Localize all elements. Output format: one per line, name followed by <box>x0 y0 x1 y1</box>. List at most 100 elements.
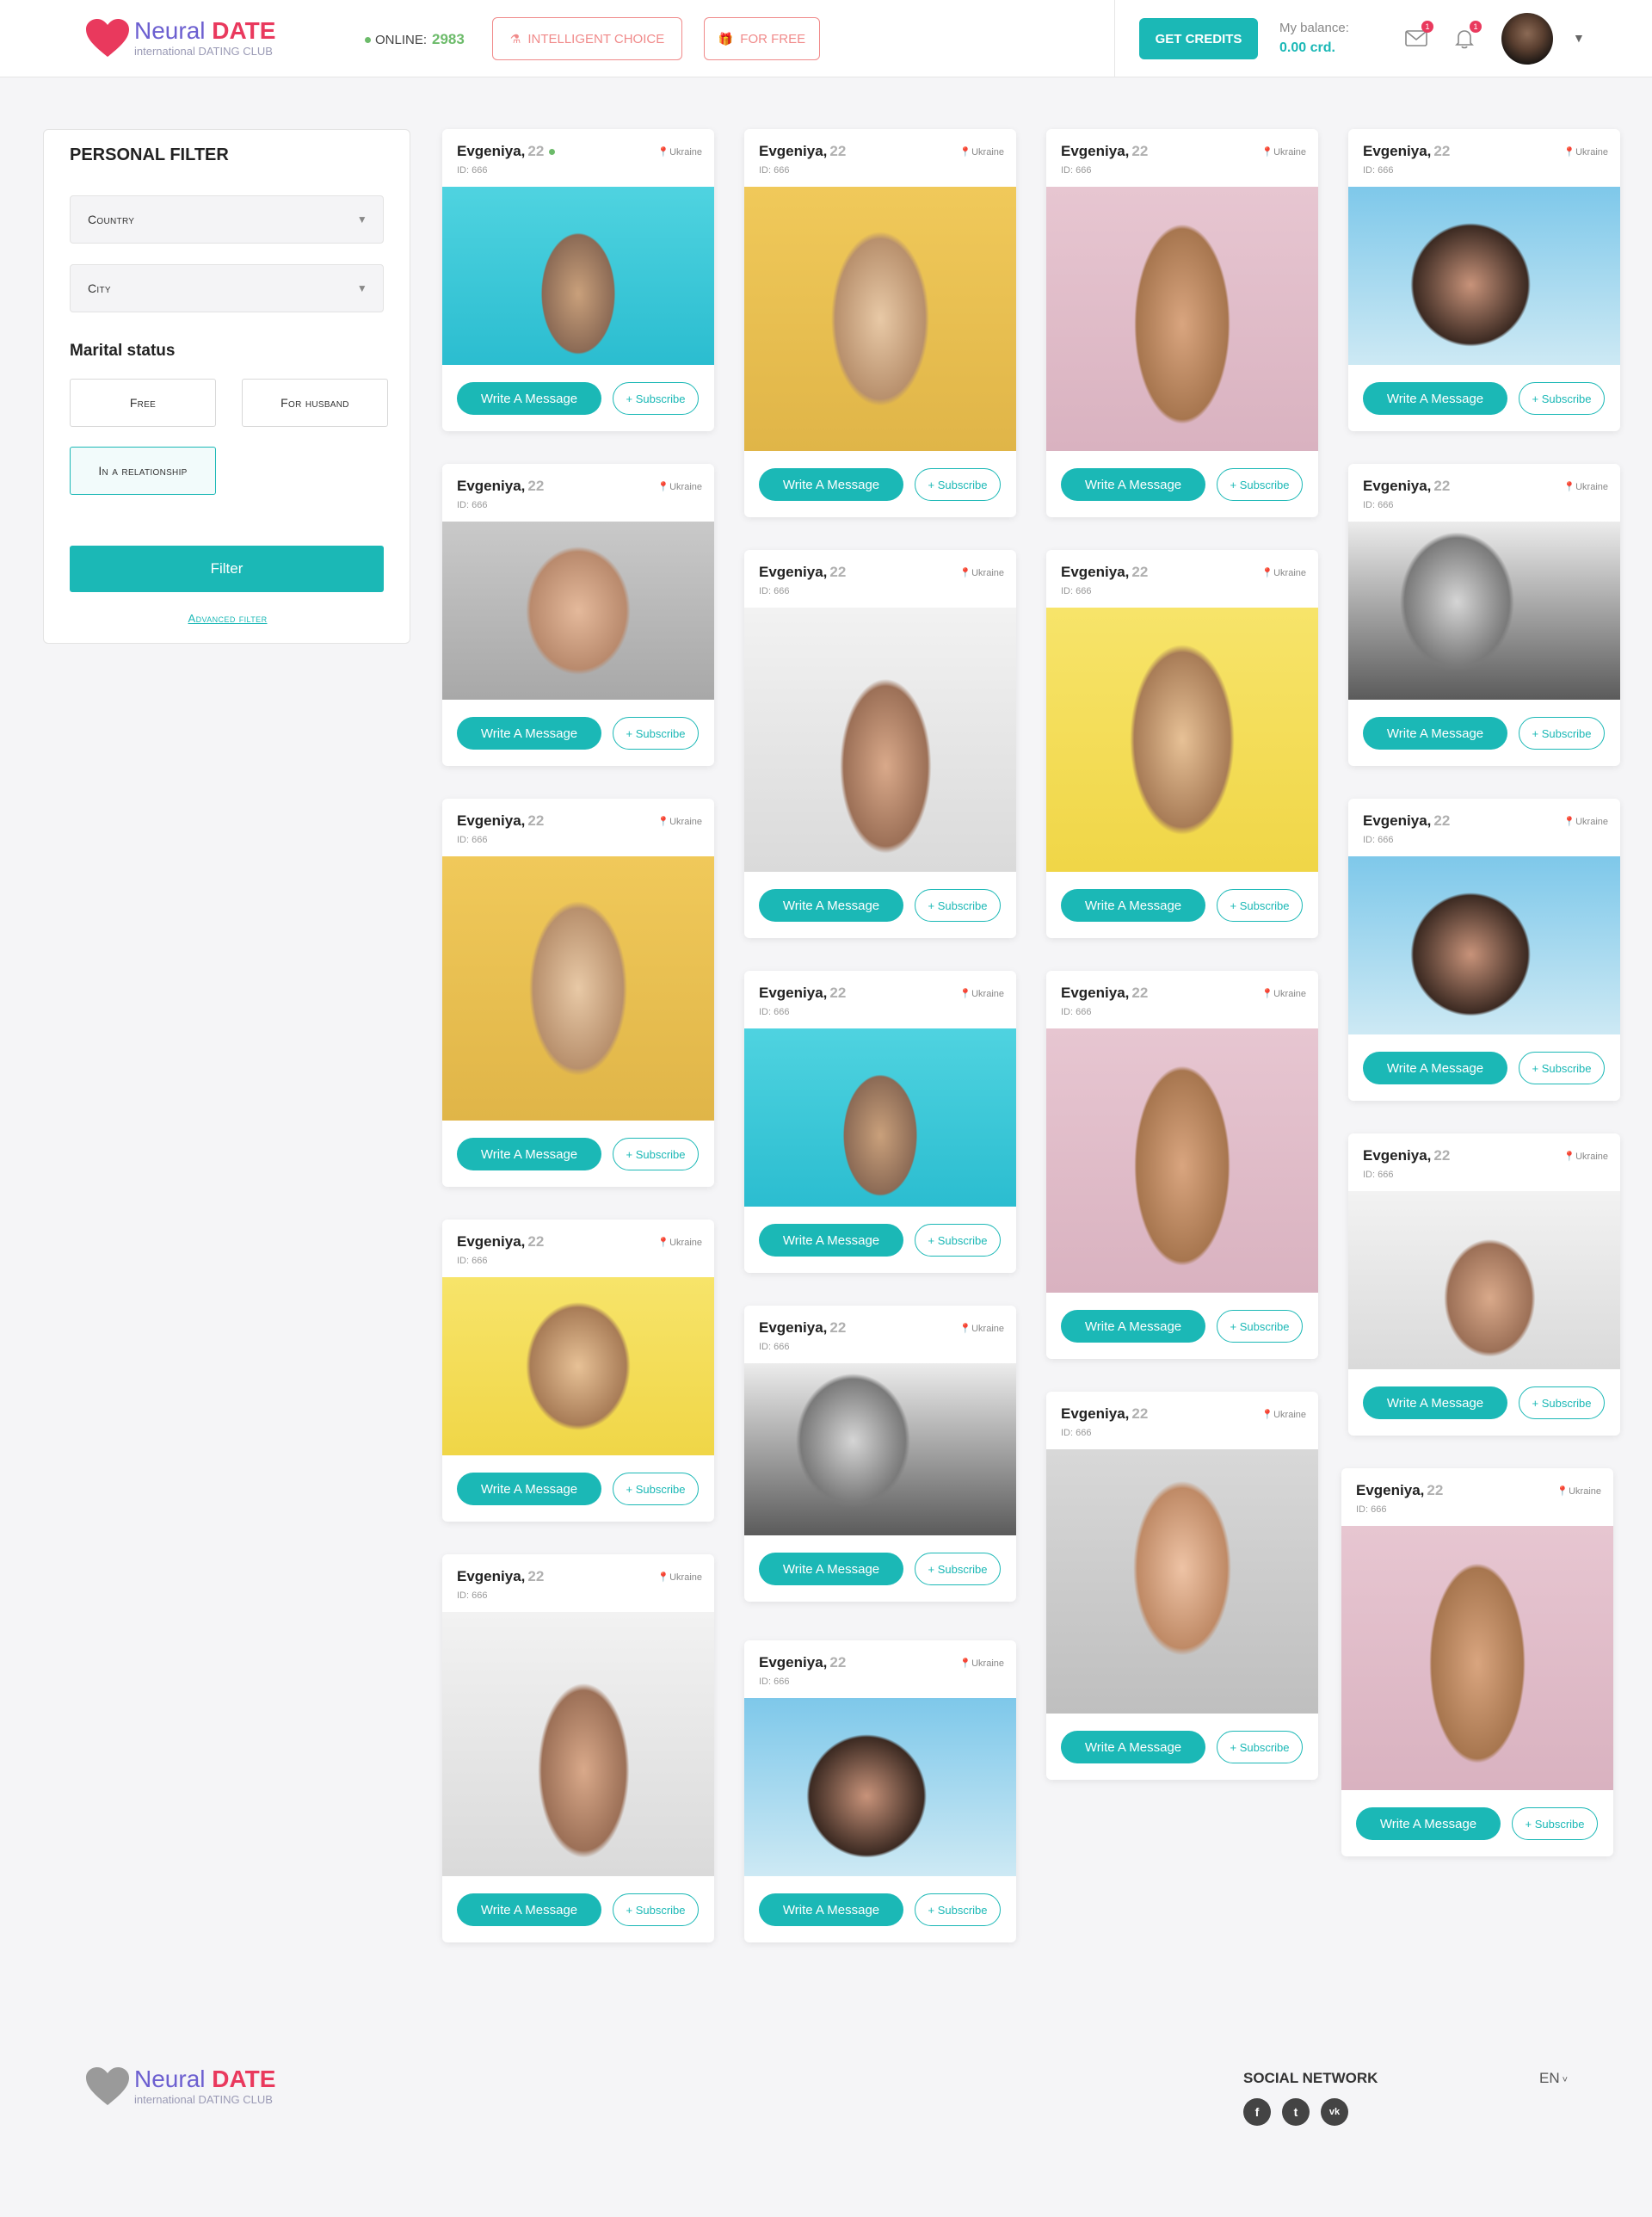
subscribe-button[interactable]: + Subscribe <box>915 1893 1001 1926</box>
profile-card[interactable]: Evgeniya, 22 ID: 666 📍Ukraine Write A Mes… <box>1046 550 1318 938</box>
profile-name[interactable]: Evgeniya, 22 <box>1061 564 1148 581</box>
advanced-filter-link[interactable]: Advanced filter <box>44 612 411 625</box>
subscribe-button[interactable]: + Subscribe <box>915 1224 1001 1257</box>
footer-logo[interactable]: Neural DATE international DATING CLUB <box>84 2066 275 2107</box>
subscribe-button[interactable]: + Subscribe <box>1217 1310 1303 1343</box>
twitter-icon[interactable]: t <box>1282 2098 1310 2126</box>
profile-name[interactable]: Evgeniya, 22 <box>457 478 544 495</box>
profile-card[interactable]: Evgeniya, 22 ID: 666 📍Ukraine Write A Mes… <box>1348 464 1620 766</box>
profile-card[interactable]: Evgeniya, 22 ID: 666 📍Ukraine Write A Mes… <box>1348 129 1620 431</box>
profile-card[interactable]: Evgeniya, 22 ID: 666 📍Ukraine Write A Mes… <box>1348 799 1620 1101</box>
subscribe-button[interactable]: + Subscribe <box>915 889 1001 922</box>
profile-name[interactable]: Evgeniya, 22 <box>1061 143 1148 160</box>
write-message-button[interactable]: Write A Message <box>759 889 903 922</box>
write-message-button[interactable]: Write A Message <box>457 1138 601 1170</box>
subscribe-button[interactable]: + Subscribe <box>915 468 1001 501</box>
chevron-down-icon[interactable]: ▼ <box>1573 31 1585 45</box>
profile-name[interactable]: Evgeniya, 22 <box>1356 1482 1443 1499</box>
profile-card[interactable]: Evgeniya, 22 ID: 666 📍Ukraine Write A Mes… <box>1341 1468 1613 1856</box>
profile-name[interactable]: Evgeniya, 22 <box>759 985 846 1002</box>
subscribe-button[interactable]: + Subscribe <box>1217 1731 1303 1763</box>
for-free-button[interactable]: 🎁 FOR FREE <box>704 17 820 60</box>
profile-name[interactable]: Evgeniya, 22 <box>457 143 556 160</box>
profile-name[interactable]: Evgeniya, 22 <box>759 143 846 160</box>
profile-card[interactable]: Evgeniya, 22 ID: 666 📍Ukraine Write A Mes… <box>1046 1392 1318 1780</box>
write-message-button[interactable]: Write A Message <box>759 468 903 501</box>
write-message-button[interactable]: Write A Message <box>759 1893 903 1926</box>
profile-name[interactable]: Evgeniya, 22 <box>457 1568 544 1585</box>
profile-name[interactable]: Evgeniya, 22 <box>759 564 846 581</box>
profile-photo[interactable] <box>744 187 1016 451</box>
subscribe-button[interactable]: + Subscribe <box>1217 468 1303 501</box>
write-message-button[interactable]: Write A Message <box>457 717 601 750</box>
profile-photo[interactable] <box>442 522 714 700</box>
user-avatar[interactable] <box>1501 13 1553 65</box>
subscribe-button[interactable]: + Subscribe <box>1519 1386 1605 1419</box>
profile-photo[interactable] <box>442 1277 714 1455</box>
marital-relationship-option[interactable]: In a relationship <box>70 447 216 495</box>
write-message-button[interactable]: Write A Message <box>457 1893 601 1926</box>
profile-photo[interactable] <box>442 187 714 365</box>
profile-photo[interactable] <box>1341 1526 1613 1790</box>
write-message-button[interactable]: Write A Message <box>1061 468 1205 501</box>
header-logo[interactable]: Neural DATE international DATING CLUB <box>84 17 275 59</box>
profile-card[interactable]: Evgeniya, 22 ID: 666 📍Ukraine Write A Mes… <box>744 1306 1016 1602</box>
profile-photo[interactable] <box>744 1028 1016 1207</box>
vk-icon[interactable]: vk <box>1321 2098 1348 2126</box>
notifications-button[interactable]: 1 <box>1452 21 1482 52</box>
profile-photo[interactable] <box>442 1612 714 1876</box>
profile-card[interactable]: Evgeniya, 22 ID: 666 📍Ukraine Write A Mes… <box>442 1554 714 1942</box>
write-message-button[interactable]: Write A Message <box>1061 1731 1205 1763</box>
profile-name[interactable]: Evgeniya, 22 <box>1061 1405 1148 1423</box>
write-message-button[interactable]: Write A Message <box>457 382 601 415</box>
write-message-button[interactable]: Write A Message <box>1356 1807 1501 1840</box>
facebook-icon[interactable]: f <box>1243 2098 1271 2126</box>
write-message-button[interactable]: Write A Message <box>759 1553 903 1585</box>
write-message-button[interactable]: Write A Message <box>457 1473 601 1505</box>
subscribe-button[interactable]: + Subscribe <box>613 717 699 750</box>
profile-name[interactable]: Evgeniya, 22 <box>1363 812 1450 830</box>
profile-photo[interactable] <box>1348 187 1620 365</box>
subscribe-button[interactable]: + Subscribe <box>1519 1052 1605 1084</box>
write-message-button[interactable]: Write A Message <box>1061 1310 1205 1343</box>
profile-name[interactable]: Evgeniya, 22 <box>1061 985 1148 1002</box>
profile-card[interactable]: Evgeniya, 22 ID: 666 📍Ukraine Write A Mes… <box>442 799 714 1187</box>
profile-card[interactable]: Evgeniya, 22 ID: 666 📍Ukraine Write A Mes… <box>442 129 714 431</box>
profile-photo[interactable] <box>1348 1191 1620 1369</box>
profile-photo[interactable] <box>1046 1449 1318 1714</box>
profile-card[interactable]: Evgeniya, 22 ID: 666 📍Ukraine Write A Mes… <box>744 550 1016 938</box>
profile-card[interactable]: Evgeniya, 22 ID: 666 📍Ukraine Write A Mes… <box>744 1640 1016 1942</box>
mail-button[interactable]: 1 <box>1404 21 1433 52</box>
profile-card[interactable]: Evgeniya, 22 ID: 666 📍Ukraine Write A Mes… <box>442 1220 714 1522</box>
profile-name[interactable]: Evgeniya, 22 <box>1363 143 1450 160</box>
profile-name[interactable]: Evgeniya, 22 <box>759 1654 846 1671</box>
subscribe-button[interactable]: + Subscribe <box>915 1553 1001 1585</box>
profile-name[interactable]: Evgeniya, 22 <box>457 812 544 830</box>
write-message-button[interactable]: Write A Message <box>1363 382 1507 415</box>
profile-card[interactable]: Evgeniya, 22 ID: 666 📍Ukraine Write A Mes… <box>744 129 1016 517</box>
write-message-button[interactable]: Write A Message <box>759 1224 903 1257</box>
profile-photo[interactable] <box>1348 522 1620 700</box>
subscribe-button[interactable]: + Subscribe <box>1217 889 1303 922</box>
country-select[interactable]: Country ▼ <box>70 195 384 244</box>
get-credits-button[interactable]: GET CREDITS <box>1139 18 1258 59</box>
intelligent-choice-button[interactable]: ⚗ INTELLIGENT CHOICE <box>492 17 682 60</box>
profile-card[interactable]: Evgeniya, 22 ID: 666 📍Ukraine Write A Mes… <box>1046 129 1318 517</box>
profile-photo[interactable] <box>744 1698 1016 1876</box>
subscribe-button[interactable]: + Subscribe <box>1519 382 1605 415</box>
write-message-button[interactable]: Write A Message <box>1363 1386 1507 1419</box>
subscribe-button[interactable]: + Subscribe <box>613 382 699 415</box>
language-selector[interactable]: EN ˅ <box>1539 2070 1568 2087</box>
profile-photo[interactable] <box>744 1363 1016 1535</box>
subscribe-button[interactable]: + Subscribe <box>613 1473 699 1505</box>
profile-photo[interactable] <box>1046 1028 1318 1293</box>
marital-free-option[interactable]: Free <box>70 379 216 427</box>
profile-card[interactable]: Evgeniya, 22 ID: 666 📍Ukraine Write A Mes… <box>744 971 1016 1273</box>
subscribe-button[interactable]: + Subscribe <box>613 1138 699 1170</box>
profile-name[interactable]: Evgeniya, 22 <box>1363 478 1450 495</box>
subscribe-button[interactable]: + Subscribe <box>613 1893 699 1926</box>
profile-name[interactable]: Evgeniya, 22 <box>759 1319 846 1337</box>
profile-photo[interactable] <box>1348 856 1620 1034</box>
profile-photo[interactable] <box>442 856 714 1121</box>
profile-photo[interactable] <box>744 608 1016 872</box>
